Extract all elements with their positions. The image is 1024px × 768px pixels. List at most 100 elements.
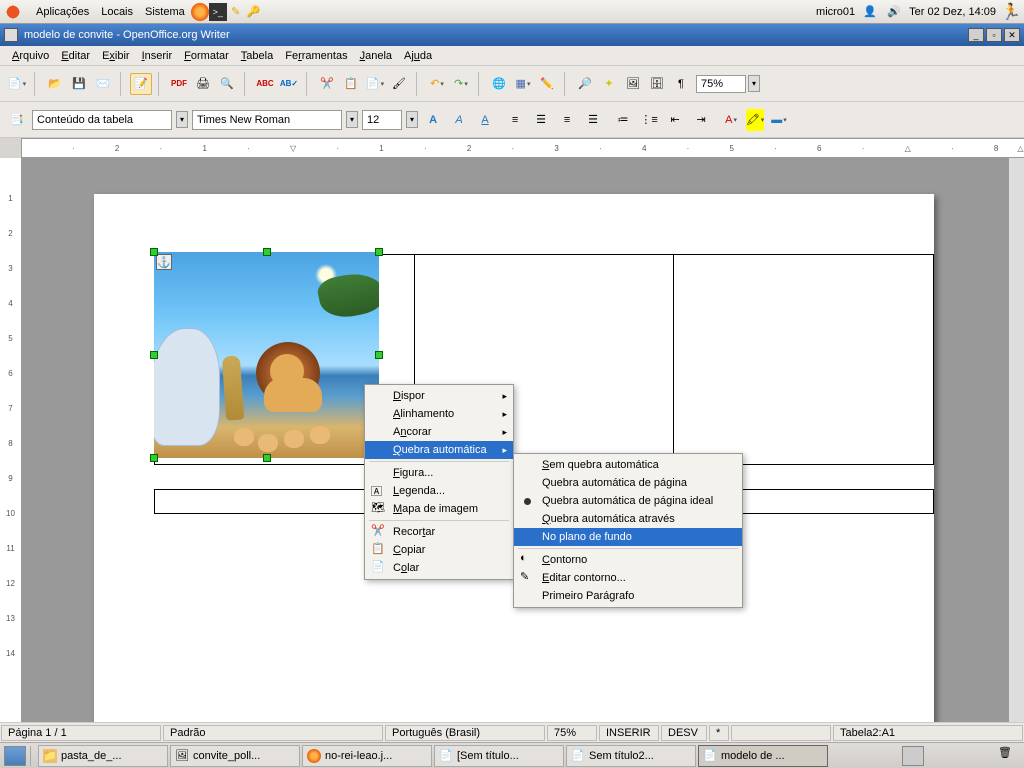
email-button[interactable]: ✉️ [92, 73, 114, 95]
align-center-button[interactable]: ☰ [530, 109, 552, 131]
horizontal-ruler[interactable]: · 2 · 1 · ▽ · 1 · 2 · 3 · 4 · 5 · 6 · △ … [22, 138, 1024, 158]
task-untitled[interactable]: 📄[Sem título... [434, 745, 564, 767]
font-name-combo[interactable] [192, 110, 342, 130]
ctx-paste[interactable]: 📄Colar [365, 559, 513, 577]
menu-table[interactable]: Tabela [235, 48, 279, 64]
trash-icon[interactable]: 🗑 [998, 746, 1020, 766]
ctx-imagemap[interactable]: 🗺Mapa de imagem [365, 500, 513, 518]
wrap-through[interactable]: Quebra automática através [514, 510, 742, 528]
page[interactable]: ⚓ Dispor▸ Alinhamento▸ Ancorar▸ Quebra a… [94, 194, 934, 722]
task-untitled2[interactable]: 📄Sem título2... [566, 745, 696, 767]
ctx-anchor[interactable]: Ancorar▸ [365, 423, 513, 441]
resize-handle-s[interactable] [263, 454, 271, 462]
zoom-dropdown-button[interactable]: ▾ [748, 75, 760, 92]
font-dropdown-button[interactable]: ▾ [346, 111, 358, 128]
resize-handle-nw[interactable] [150, 248, 158, 256]
underline-button[interactable]: A [474, 109, 496, 131]
window-titlebar[interactable]: modelo de convite - OpenOffice.org Write… [0, 24, 1024, 46]
status-style[interactable]: Padrão [163, 725, 383, 741]
redo-button[interactable]: ↷ [450, 73, 472, 95]
insert-table-button[interactable]: ▦ [512, 73, 534, 95]
save-button[interactable]: 💾 [68, 73, 90, 95]
open-button[interactable]: 📂 [44, 73, 66, 95]
status-language[interactable]: Português (Brasil) [385, 725, 545, 741]
terminal-launcher-icon[interactable]: >_ [209, 3, 227, 21]
align-left-button[interactable]: ≡ [504, 109, 526, 131]
hyperlink-button[interactable]: 🌐 [488, 73, 510, 95]
gnome-applications[interactable]: Aplicações [30, 3, 95, 21]
task-modelo[interactable]: 📄modelo de ... [698, 745, 828, 767]
ctx-cut[interactable]: ✂️Recortar [365, 523, 513, 541]
wrap-optimal[interactable]: Quebra automática de página ideal [514, 492, 742, 510]
status-insert-mode[interactable]: INSERIR [599, 725, 659, 741]
highlight-button[interactable]: 🖍 [746, 109, 764, 131]
table-cell[interactable] [674, 255, 934, 465]
status-zoom[interactable]: 75% [547, 725, 597, 741]
menu-insert[interactable]: Inserir [136, 48, 179, 64]
menu-window[interactable]: Janela [354, 48, 398, 64]
menu-view[interactable]: Exibir [96, 48, 136, 64]
ctx-picture[interactable]: Figura... [365, 464, 513, 482]
show-desktop-button[interactable] [4, 746, 26, 766]
task-firefox[interactable]: no-rei-leao.j... [302, 745, 432, 767]
navigator-button[interactable]: ✦ [598, 73, 620, 95]
align-right-button[interactable]: ≡ [556, 109, 578, 131]
cut-button[interactable]: ✂️ [316, 73, 338, 95]
zoom-combo[interactable] [696, 75, 746, 93]
show-draw-button[interactable]: ✏️ [536, 73, 558, 95]
resize-handle-w[interactable] [150, 351, 158, 359]
undo-button[interactable]: ↶ [426, 73, 448, 95]
size-dropdown-button[interactable]: ▾ [406, 111, 418, 128]
ctx-wrap[interactable]: Quebra automática▸ [365, 441, 513, 459]
clock[interactable]: Ter 02 Dez, 14:09 [909, 6, 996, 18]
gnome-places[interactable]: Locais [95, 3, 139, 21]
menu-help[interactable]: Ajuda [398, 48, 438, 64]
export-pdf-button[interactable]: PDF [168, 73, 190, 95]
paste-button[interactable]: 📄 [364, 73, 386, 95]
italic-button[interactable]: A [448, 109, 470, 131]
selected-image-frame[interactable]: ⚓ [154, 252, 379, 458]
resize-handle-ne[interactable] [375, 248, 383, 256]
gnome-system[interactable]: Sistema [139, 3, 191, 21]
status-selection-mode[interactable]: DESV [661, 725, 707, 741]
maximize-button[interactable]: ▫ [986, 28, 1002, 42]
minimize-button[interactable]: _ [968, 28, 984, 42]
ubuntu-logo-icon[interactable] [4, 3, 22, 21]
nonprinting-chars-button[interactable]: ¶ [670, 73, 692, 95]
ctx-copy[interactable]: 📋Copiar [365, 541, 513, 559]
ctx-caption[interactable]: 🄰Legenda... [365, 482, 513, 500]
close-button[interactable]: ✕ [1004, 28, 1020, 42]
print-button[interactable]: 🖨 [192, 73, 214, 95]
gallery-button[interactable]: 🖼 [622, 73, 644, 95]
bullet-list-button[interactable]: ⋮≡ [638, 109, 660, 131]
document-viewport[interactable]: ⚓ Dispor▸ Alinhamento▸ Ancorar▸ Quebra a… [22, 158, 1008, 722]
spellcheck-button[interactable]: ABC [254, 73, 276, 95]
paragraph-style-combo[interactable] [32, 110, 172, 130]
resize-handle-sw[interactable] [150, 454, 158, 462]
menu-format[interactable]: Formatar [178, 48, 235, 64]
ctx-alignment[interactable]: Alinhamento▸ [365, 405, 513, 423]
decrease-indent-button[interactable]: ⇤ [664, 109, 686, 131]
styles-window-button[interactable]: 📑 [6, 109, 28, 131]
logout-icon[interactable]: 🏃 [1002, 3, 1020, 21]
copy-button[interactable]: 📋 [340, 73, 362, 95]
volume-icon[interactable]: 🔊 [885, 3, 903, 21]
print-preview-button[interactable]: 🔍 [216, 73, 238, 95]
wrap-background[interactable]: No plano de fundo [514, 528, 742, 546]
format-paintbrush-button[interactable]: 🖌 [388, 73, 410, 95]
menu-edit[interactable]: Editar [55, 48, 96, 64]
edit-file-button[interactable]: 📝 [130, 73, 152, 95]
background-color-button[interactable]: ▬ [768, 109, 790, 131]
vertical-ruler[interactable]: 123 456 789 101112 1314 [0, 158, 22, 722]
numbered-list-button[interactable]: ≔ [612, 109, 634, 131]
firefox-launcher-icon[interactable] [191, 3, 209, 21]
accessory-icon[interactable]: ✎ [227, 3, 245, 21]
wrap-contour[interactable]: ◐Contorno [514, 551, 742, 569]
wrap-none[interactable]: Sem quebra automática [514, 456, 742, 474]
task-convite[interactable]: 🖼convite_poll... [170, 745, 300, 767]
task-folder[interactable]: 📁pasta_de_... [38, 745, 168, 767]
font-color-button[interactable]: A [720, 109, 742, 131]
resize-handle-n[interactable] [263, 248, 271, 256]
key-icon[interactable]: 🔑 [245, 3, 263, 21]
align-justify-button[interactable]: ☰ [582, 109, 604, 131]
